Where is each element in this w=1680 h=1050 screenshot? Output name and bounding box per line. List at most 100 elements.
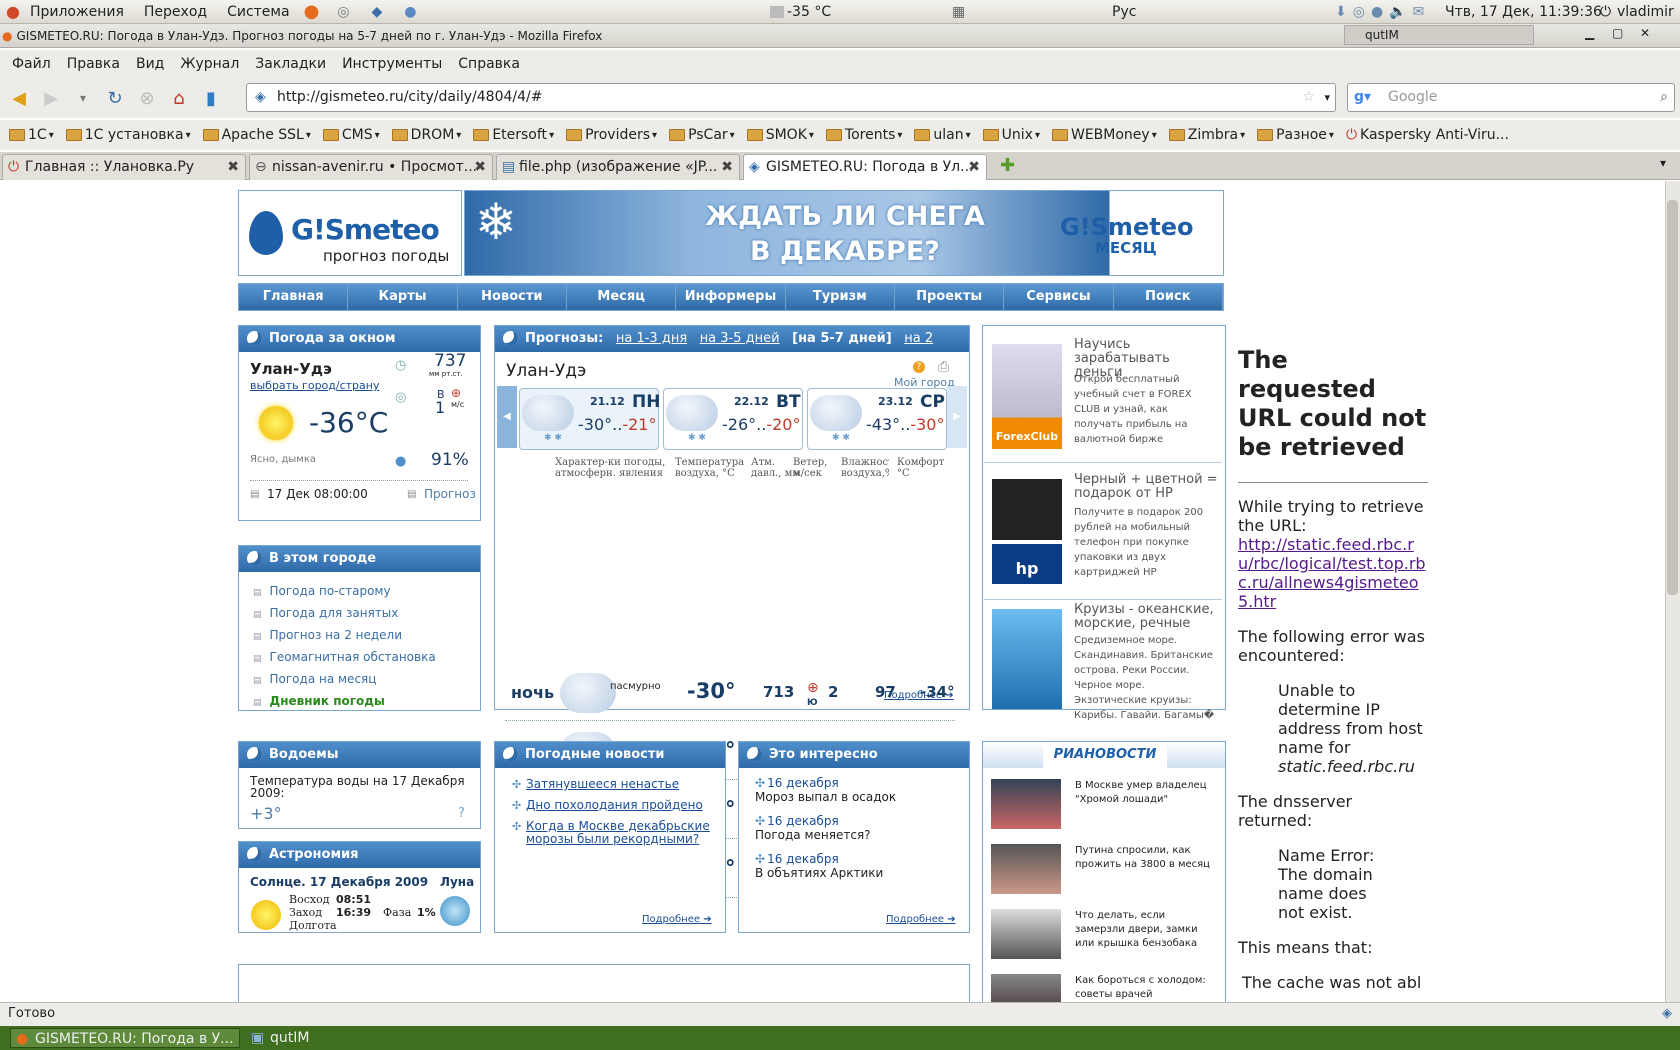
help-icon[interactable]: ?	[913, 361, 925, 373]
site-nav-item[interactable]: Главная	[239, 284, 349, 310]
site-nav-item[interactable]: Туризм	[786, 284, 895, 310]
bookmark-13[interactable]: WEBMoney ▾	[1049, 127, 1160, 143]
history-dropdown-button[interactable]: ▾	[70, 85, 96, 111]
bookmark-12[interactable]: Unix ▾	[980, 127, 1043, 143]
site-nav-item[interactable]: Сервисы	[1004, 284, 1114, 310]
ubuntu-logo-icon[interactable]: ●	[6, 2, 20, 21]
menu-file[interactable]: Файл	[8, 56, 55, 72]
bookmark-9[interactable]: SMOK ▾	[744, 127, 817, 143]
ria-logo[interactable]: РИАНОВОСТИ	[1043, 742, 1167, 768]
tab-close-icon[interactable]: ✖	[227, 155, 239, 179]
tab-close-icon[interactable]: ✖	[474, 155, 486, 179]
menu-history[interactable]: Журнал	[176, 56, 243, 72]
window-minimize-button[interactable]: ▁	[1585, 26, 1594, 40]
city-link-item[interactable]: ▤ Погода для занятых	[253, 603, 436, 625]
site-nav-item[interactable]: Поиск	[1114, 284, 1223, 310]
forecast-link[interactable]: Прогноз	[424, 487, 476, 501]
taskbar-qutim[interactable]: ▣ qutIM	[246, 1028, 346, 1048]
tab-list-icon[interactable]: ▾	[1660, 156, 1666, 170]
panel-icon[interactable]: ▦	[952, 4, 965, 20]
bookmark-2[interactable]: 1С установка ▾	[63, 127, 194, 143]
news-item[interactable]: ✣ Когда в Москве декабрьские морозы были …	[512, 820, 717, 846]
interest-item[interactable]: ✣ 16 декабря Погода меняется?	[755, 814, 960, 842]
tab-2[interactable]: ⊖ nissan-avenir.ru • Просмот... ✖	[249, 154, 493, 180]
city-link-item[interactable]: ▤ Погода по-старому	[253, 581, 436, 603]
ria-item[interactable]: Что делать, если замерзли двери, замки и…	[991, 909, 1219, 964]
window-close-button[interactable]: ✕	[1640, 26, 1650, 40]
day-card[interactable]: ✱ ✱ 23.12 СР -43°..-30°	[807, 388, 947, 450]
menu-tools[interactable]: Инструменты	[338, 56, 446, 72]
side-window-tab[interactable]: qutIM	[1344, 25, 1534, 45]
ria-item[interactable]: Как бороться с холодом: советы врачей	[991, 974, 1219, 1002]
site-nav-item[interactable]: Месяц	[567, 284, 677, 310]
site-nav-item[interactable]: Карты	[348, 284, 458, 310]
tray-icons[interactable]: ⬇◎●🔈✉	[1335, 4, 1430, 20]
url-dropdown-icon[interactable]: ▾	[1324, 84, 1330, 111]
tab-1[interactable]: ⏻ Главная :: Улановка.Ру ✖	[2, 154, 246, 180]
bookmark-15[interactable]: Разное ▾	[1254, 127, 1337, 143]
power-icon[interactable]: ⏻	[1600, 4, 1611, 20]
interest-item[interactable]: ✣ 16 декабря В объятиях Арктики	[755, 852, 960, 880]
reload-button[interactable]: ↻	[102, 85, 128, 111]
search-icon[interactable]: ⌕	[1660, 84, 1668, 111]
bookmark-14[interactable]: Zimbra ▾	[1166, 127, 1248, 143]
forward-button[interactable]: ▶	[38, 85, 64, 111]
site-nav-item[interactable]: Проекты	[895, 284, 1005, 310]
stop-button[interactable]: ⊗	[134, 85, 160, 111]
interest-item[interactable]: ✣ 16 декабря Мороз выпал в осадок	[755, 776, 960, 804]
bookmark-star-icon[interactable]: ☆	[1302, 84, 1315, 111]
google-engine-icon[interactable]: g▾	[1354, 84, 1371, 111]
clock[interactable]: Чтв, 17 Дек, 11:39:36	[1445, 4, 1602, 20]
extension-button[interactable]: ▮	[198, 85, 224, 111]
user-name[interactable]: vladimir	[1617, 4, 1674, 20]
bookmark-8[interactable]: PsCar ▾	[666, 127, 738, 143]
menu-help[interactable]: Справка	[454, 56, 524, 72]
menu-edit[interactable]: Правка	[63, 56, 124, 72]
menu-bookmarks[interactable]: Закладки	[251, 56, 330, 72]
bookmark-3[interactable]: Apache SSL ▾	[200, 127, 314, 143]
ria-item[interactable]: Путина спросили, как прожить на 3800 в м…	[991, 844, 1219, 899]
scrollbar-thumb[interactable]	[1667, 200, 1678, 595]
city-link-item[interactable]: ▤ Погода на месяц	[253, 669, 436, 691]
keyboard-layout[interactable]: Рус	[1112, 4, 1136, 20]
tab-close-icon[interactable]: ✖	[968, 155, 980, 179]
ria-item[interactable]: В Москве умер владелец "Хромой лошади"	[991, 779, 1219, 834]
tab-3[interactable]: ▤ file.php (изображение «JP... ✖	[496, 154, 740, 180]
site-logo[interactable]: G!Smeteo прогноз погоды	[238, 190, 462, 276]
ad-item[interactable]: Круизы - океанские, морские, речные Среди…	[992, 599, 1222, 724]
taskbar-firefox[interactable]: ● GISMETEO.RU: Погода в У...	[10, 1028, 240, 1048]
home-button[interactable]: ⌂	[166, 85, 192, 111]
error-url-link[interactable]: http://static.feed.rbc.ru/rbc/logical/te…	[1238, 535, 1428, 611]
tab-close-icon[interactable]: ✖	[721, 155, 733, 179]
days-next-button[interactable]: ▶	[947, 386, 967, 448]
firefox-launcher-icon[interactable]: ●	[304, 1, 320, 22]
back-button[interactable]: ◀	[6, 85, 32, 111]
bookmark-10[interactable]: Torents ▾	[823, 127, 906, 143]
launcher-icon[interactable]: ●	[404, 4, 416, 20]
bookmark-1[interactable]: 1С ▾	[6, 127, 57, 143]
menu-places[interactable]: Переход	[138, 4, 213, 20]
banner-ad[interactable]: ❄ ЖДАТЬ ЛИ СНЕГА В ДЕКАБРЕ? G!Smeteo МЕС…	[464, 190, 1224, 276]
city-link-item[interactable]: ▤ Геомагнитная обстановка	[253, 647, 436, 669]
site-nav-item[interactable]: Информеры	[676, 284, 786, 310]
news-item[interactable]: ✣ Затянувшееся ненастье	[512, 778, 717, 792]
site-identity-icon[interactable]: ◈	[255, 84, 266, 111]
launcher-icon[interactable]: ◆	[372, 4, 383, 20]
city-link-item[interactable]: ▤ Дневник погоды	[253, 691, 436, 713]
bookmark-5[interactable]: DROM ▾	[389, 127, 465, 143]
interest-more-link[interactable]: Подробнее ➔	[886, 914, 956, 925]
bookmark-16[interactable]: ⏻ Kaspersky Anti-Viru...	[1343, 127, 1512, 143]
help-icon[interactable]: ?	[458, 806, 465, 821]
url-bar[interactable]: ◈ http://gismeteo.ru/city/daily/4804/4/#…	[246, 83, 1336, 112]
forecast-tab-1-3[interactable]: на 1-3 дня	[616, 331, 687, 346]
forecast-tab-3-5[interactable]: на 3-5 дней	[700, 331, 780, 346]
days-prev-button[interactable]: ◀	[497, 386, 517, 448]
tab-4-active[interactable]: ◈ GISMETEO.RU: Погода в Ул... ✖	[743, 154, 987, 180]
news-more-link[interactable]: Подробнее ➔	[642, 914, 712, 925]
new-tab-button[interactable]: ✚	[1000, 155, 1015, 176]
menu-applications[interactable]: Приложения	[24, 4, 130, 20]
bookmark-4[interactable]: CMS ▾	[320, 127, 383, 143]
day-card[interactable]: ✱ ✱ 21.12 ПН -30°..-21°	[519, 388, 660, 450]
menu-system[interactable]: Система	[221, 4, 295, 20]
ad-item[interactable]: hp Черный + цветной = подарок от HP Получи…	[984, 469, 1222, 600]
